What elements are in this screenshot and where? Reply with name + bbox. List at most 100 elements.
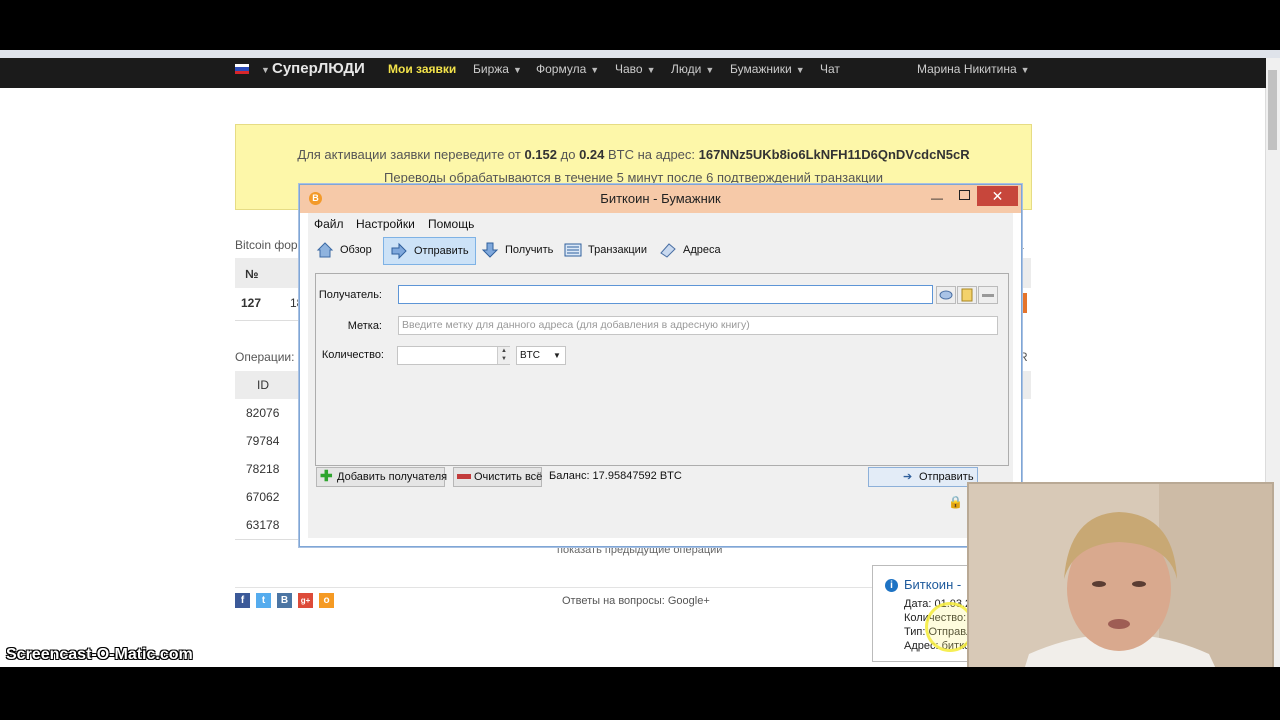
add-recipient-label: Добавить получателя	[337, 471, 448, 483]
operations-label: Операции:	[235, 350, 295, 364]
transactions-list-icon	[564, 243, 582, 257]
wallet-titlebar[interactable]: B Биткоин - Бумажник — ✕	[300, 185, 1021, 213]
alert-line-1: Для активации заявки переведите от 0.152…	[236, 147, 1031, 162]
home-icon	[316, 242, 334, 258]
send-button[interactable]: ➔ Отправить	[868, 467, 978, 487]
amount-stepper-icon[interactable]: ▲ ▼	[497, 347, 510, 364]
bitcoin-wallet-window: B Биткоин - Бумажник — ✕ Файл Настройки …	[299, 184, 1022, 547]
send-arrow-icon	[391, 242, 407, 260]
tab-receive-label: Получить	[505, 244, 554, 256]
send-panel: Получатель: Метка: Введите метку для дан…	[308, 267, 1013, 538]
row-divider	[235, 320, 299, 321]
recipients-area	[315, 375, 1009, 466]
chevron-down-icon: ▼	[553, 351, 561, 360]
language-flag-icon[interactable]	[235, 64, 249, 74]
balance-text: Баланс: 17.95847592 BTC	[549, 470, 682, 482]
ops-header: ID	[235, 371, 299, 399]
user-menu[interactable]: Марина Никитина ▼	[917, 58, 1030, 88]
tab-overview[interactable]: Обзор	[310, 237, 378, 263]
table-header: №	[235, 258, 305, 288]
tab-receive[interactable]: Получить	[475, 237, 559, 263]
address-book-icon	[660, 243, 676, 258]
alert-prefix: Для активации заявки переведите от	[297, 147, 521, 162]
alert-min-amount: 0.152	[524, 147, 557, 162]
chevron-down-icon: ▼	[512, 65, 522, 75]
maximize-icon[interactable]	[959, 190, 970, 200]
clear-all-button[interactable]: Очистить всё	[453, 467, 542, 487]
bitcoin-form-label: Bitcoin форм	[235, 238, 306, 252]
footer-help-text[interactable]: Ответы на вопросы: Google+	[562, 595, 710, 607]
wallet-title: Биткоин - Бумажник	[600, 191, 721, 206]
paste-icon	[961, 288, 973, 302]
chevron-down-icon: ▼	[705, 65, 715, 75]
alert-currency: BTC на адрес:	[608, 147, 696, 162]
add-recipient-button[interactable]: ✚ Добавить получателя	[316, 467, 448, 487]
recipient-entry-frame: Получатель: Метка: Введите метку для дан…	[315, 273, 1009, 376]
op-id-3: 78218	[246, 462, 280, 476]
send-arrow-icon: ➔	[903, 471, 913, 483]
recipient-input[interactable]	[398, 285, 933, 304]
amount-label: Количество:	[321, 349, 384, 361]
tab-addresses[interactable]: Адреса	[653, 237, 727, 263]
alert-line-2: Переводы обрабатываются в течение 5 мину…	[384, 170, 883, 185]
browser-viewport: ▼ СуперЛЮДИ Мои заявки Биржа ▼ Формула ▼ Ч…	[0, 50, 1280, 667]
ops-header-id: ID	[257, 378, 269, 392]
nav-faq[interactable]: Чаво ▼	[615, 58, 656, 88]
nav-exchange[interactable]: Биржа ▼	[473, 58, 522, 88]
site-brand[interactable]: СуперЛЮДИ	[272, 58, 365, 88]
user-name: Марина Никитина	[917, 62, 1017, 76]
notification-title: Биткоин -	[904, 577, 962, 592]
vk-icon[interactable]: B	[277, 593, 292, 608]
nav-my-requests[interactable]: Мои заявки	[388, 58, 456, 88]
tab-overview-label: Обзор	[340, 244, 372, 256]
tab-addresses-label: Адреса	[683, 244, 721, 256]
amount-input[interactable]	[397, 346, 510, 365]
nav-exchange-label: Биржа	[473, 62, 509, 76]
remove-icon	[982, 294, 994, 297]
plus-icon: ✚	[320, 468, 333, 485]
op-id-1: 82076	[246, 406, 280, 420]
tab-transactions-label: Транзакции	[588, 244, 647, 256]
remove-recipient-button[interactable]	[978, 286, 998, 304]
presenter-video	[969, 484, 1272, 667]
nav-chat[interactable]: Чат	[820, 58, 840, 88]
nav-people[interactable]: Люди ▼	[671, 58, 714, 88]
twitter-icon[interactable]: t	[256, 593, 271, 608]
screencast-watermark: Screencast-O-Matic.com	[6, 646, 193, 663]
nav-people-label: Люди	[671, 62, 702, 76]
menu-help[interactable]: Помощь	[428, 217, 474, 231]
language-caret-icon[interactable]: ▼	[257, 58, 270, 88]
tab-send[interactable]: Отправить	[383, 237, 476, 265]
facebook-icon[interactable]: f	[235, 593, 250, 608]
odnoklassniki-icon[interactable]: o	[319, 593, 334, 608]
receive-arrow-icon	[481, 242, 499, 258]
clear-all-label: Очистить всё	[474, 471, 543, 483]
table-row-num: 127	[241, 296, 262, 310]
site-navbar: ▼ СуперЛЮДИ Мои заявки Биржа ▼ Формула ▼ Ч…	[0, 58, 1266, 88]
menu-file[interactable]: Файл	[314, 217, 344, 231]
nav-faq-label: Чаво	[615, 62, 643, 76]
label-input[interactable]: Введите метку для данного адреса (для до…	[398, 316, 998, 335]
op-id-5: 63178	[246, 518, 280, 532]
chevron-down-icon: ▼	[590, 65, 600, 75]
menu-settings[interactable]: Настройки	[356, 217, 415, 231]
address-book-button[interactable]	[936, 286, 956, 304]
unit-select[interactable]: BTC ▼	[516, 346, 566, 365]
chevron-down-icon: ▼	[1020, 65, 1030, 75]
paste-button[interactable]	[957, 286, 977, 304]
close-icon[interactable]: ✕	[977, 186, 1018, 206]
book-icon	[939, 290, 953, 300]
nav-wallets[interactable]: Бумажники ▼	[730, 58, 805, 88]
chevron-down-icon: ▼	[646, 65, 656, 75]
nav-formula[interactable]: Формула ▼	[536, 58, 599, 88]
tab-transactions[interactable]: Транзакции	[558, 237, 653, 263]
nav-formula-label: Формула	[536, 62, 587, 76]
eraser-icon	[457, 474, 471, 479]
google-plus-icon[interactable]: g+	[298, 593, 313, 608]
lock-icon: 🔒	[948, 495, 963, 509]
send-button-label: Отправить	[919, 471, 974, 483]
minimize-icon[interactable]: —	[931, 191, 943, 205]
label-placeholder: Введите метку для данного адреса (для до…	[402, 319, 750, 331]
scrollbar-thumb[interactable]	[1268, 70, 1277, 150]
chevron-down-icon: ▼	[795, 65, 805, 75]
